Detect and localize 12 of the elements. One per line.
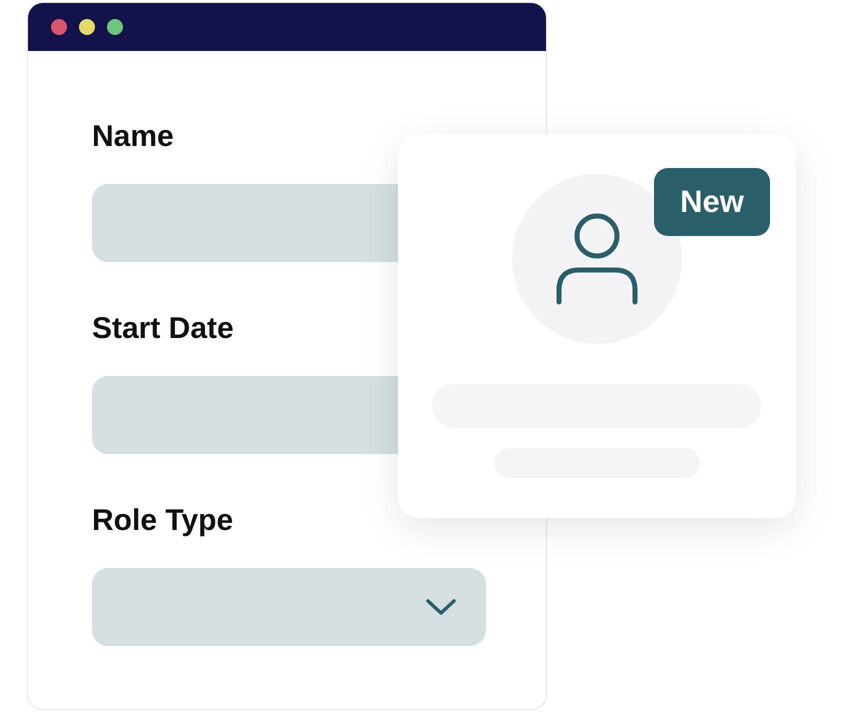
input-field[interactable] bbox=[92, 376, 398, 454]
close-dot-icon[interactable] bbox=[51, 19, 67, 35]
field-label: Role Type bbox=[92, 503, 234, 539]
maximize-dot-icon[interactable] bbox=[107, 19, 123, 35]
person-icon bbox=[555, 212, 639, 306]
minimize-dot-icon[interactable] bbox=[79, 19, 95, 35]
input-field[interactable] bbox=[92, 184, 398, 262]
field-label: Start Date bbox=[92, 311, 235, 347]
field-label: Name bbox=[92, 119, 175, 155]
chevron-down-icon bbox=[426, 598, 456, 616]
dropdown-field[interactable] bbox=[92, 568, 486, 646]
new-badge: New bbox=[654, 168, 770, 236]
